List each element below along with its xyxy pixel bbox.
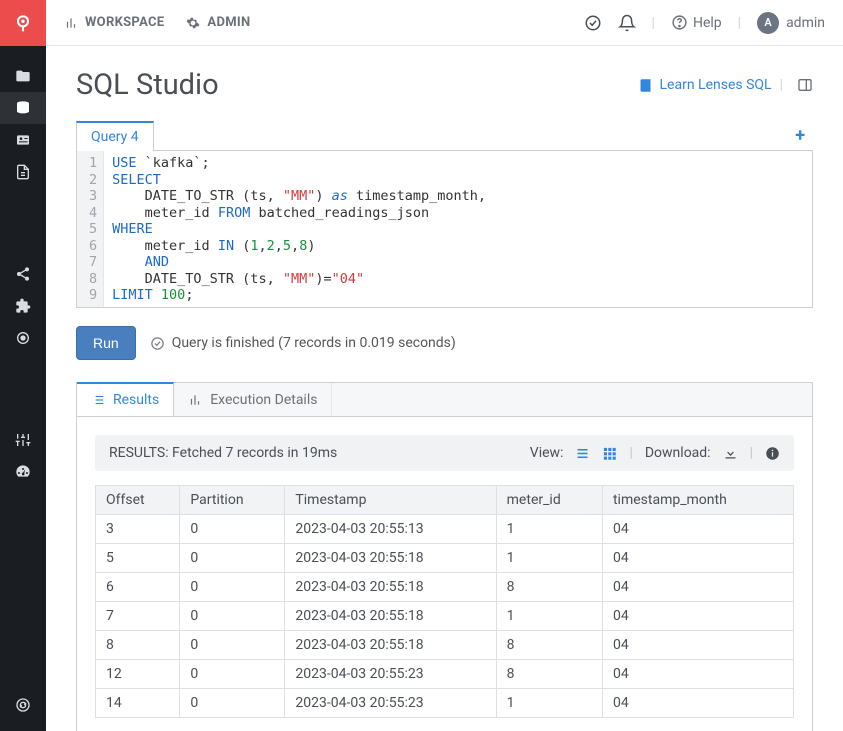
help-label: Help bbox=[693, 15, 722, 31]
id-card-icon bbox=[15, 132, 31, 148]
bar-chart-icon bbox=[188, 393, 202, 407]
panel-toggle-icon[interactable] bbox=[797, 77, 813, 93]
notifications-icon[interactable] bbox=[618, 14, 636, 32]
view-label: View: bbox=[530, 445, 564, 461]
column-header: Partition bbox=[180, 486, 285, 515]
table-row[interactable]: 1402023-04-03 20:55:23104 bbox=[96, 689, 794, 718]
nav-share[interactable] bbox=[0, 258, 46, 290]
admin-label: ADMIN bbox=[207, 15, 250, 30]
check-circle-icon bbox=[150, 336, 165, 351]
document-icon bbox=[15, 164, 31, 180]
user-name: admin bbox=[786, 15, 825, 31]
learn-sql-link[interactable]: Learn Lenses SQL bbox=[660, 77, 772, 93]
view-grid-button[interactable] bbox=[602, 446, 617, 461]
results-panel: RESULTS: Fetched 7 records in 19ms View:… bbox=[76, 417, 813, 731]
results-tabs: Results Execution Details bbox=[76, 382, 813, 417]
table-row[interactable]: 1202023-04-03 20:55:23804 bbox=[96, 660, 794, 689]
add-query-tab[interactable]: + bbox=[795, 125, 813, 150]
nav-sync[interactable] bbox=[0, 689, 46, 721]
column-header: meter_id bbox=[496, 486, 602, 515]
database-icon bbox=[15, 100, 31, 116]
line-gutter: 123456789 bbox=[77, 151, 104, 307]
code-area[interactable]: USE `kafka`;SELECT DATE_TO_STR (ts, "MM"… bbox=[104, 151, 494, 307]
table-row[interactable]: 502023-04-03 20:55:18104 bbox=[96, 544, 794, 573]
run-status-text: Query is finished (7 records in 0.019 se… bbox=[172, 335, 456, 351]
run-button[interactable]: Run bbox=[76, 326, 136, 360]
page-title: SQL Studio bbox=[76, 68, 219, 102]
main-area: WORKSPACE ADMIN | Help | A admin bbox=[46, 0, 843, 731]
tab-execution-details[interactable]: Execution Details bbox=[174, 383, 332, 416]
view-list-button[interactable] bbox=[575, 446, 590, 461]
share-icon bbox=[15, 266, 31, 282]
results-table: OffsetPartitionTimestampmeter_idtimestam… bbox=[95, 485, 794, 718]
avatar: A bbox=[757, 12, 779, 34]
workspace-link[interactable]: WORKSPACE bbox=[64, 15, 164, 30]
user-menu[interactable]: A admin bbox=[757, 12, 825, 34]
table-row[interactable]: 602023-04-03 20:55:18804 bbox=[96, 573, 794, 602]
column-header: timestamp_month bbox=[602, 486, 793, 515]
table-row[interactable]: 302023-04-03 20:55:13104 bbox=[96, 515, 794, 544]
sql-editor[interactable]: 123456789 USE `kafka`;SELECT DATE_TO_STR… bbox=[76, 151, 813, 308]
results-summary: RESULTS: Fetched 7 records in 19ms bbox=[109, 445, 337, 461]
admin-link[interactable]: ADMIN bbox=[186, 15, 250, 30]
workspace-label: WORKSPACE bbox=[85, 15, 164, 30]
topbar: WORKSPACE ADMIN | Help | A admin bbox=[46, 0, 843, 46]
gauge-icon bbox=[15, 464, 31, 480]
status-check-icon[interactable] bbox=[584, 14, 602, 32]
download-button[interactable] bbox=[723, 446, 738, 461]
query-tab-active[interactable]: Query 4 bbox=[76, 121, 154, 151]
list-icon bbox=[91, 393, 105, 407]
table-row[interactable]: 702023-04-03 20:55:18104 bbox=[96, 602, 794, 631]
puzzle-icon bbox=[15, 298, 31, 314]
app-logo[interactable] bbox=[0, 0, 46, 46]
nav-target[interactable] bbox=[0, 322, 46, 354]
info-button[interactable] bbox=[765, 446, 780, 461]
logo-icon bbox=[13, 13, 33, 33]
gear-icon bbox=[186, 16, 200, 30]
query-tabs: Query 4 + bbox=[76, 120, 813, 151]
download-label: Download: bbox=[645, 445, 711, 461]
column-header: Timestamp bbox=[285, 486, 496, 515]
help-icon bbox=[671, 14, 688, 31]
nav-database[interactable] bbox=[0, 92, 46, 124]
sync-icon bbox=[15, 697, 31, 713]
help-link[interactable]: Help bbox=[671, 14, 722, 31]
nav-sliders[interactable] bbox=[0, 424, 46, 456]
nav-id[interactable] bbox=[0, 124, 46, 156]
folder-icon bbox=[15, 68, 31, 84]
nav-document[interactable] bbox=[0, 156, 46, 188]
column-header: Offset bbox=[96, 486, 180, 515]
book-icon bbox=[638, 78, 653, 93]
target-icon bbox=[15, 330, 31, 346]
nav-plugins[interactable] bbox=[0, 290, 46, 322]
nav-folder[interactable] bbox=[0, 60, 46, 92]
bar-chart-icon bbox=[64, 16, 78, 30]
tab-results[interactable]: Results bbox=[77, 382, 174, 416]
sliders-icon bbox=[15, 432, 31, 448]
nav-dashboard[interactable] bbox=[0, 456, 46, 488]
run-status: Query is finished (7 records in 0.019 se… bbox=[150, 335, 456, 351]
table-row[interactable]: 802023-04-03 20:55:18804 bbox=[96, 631, 794, 660]
left-sidebar bbox=[0, 0, 46, 731]
